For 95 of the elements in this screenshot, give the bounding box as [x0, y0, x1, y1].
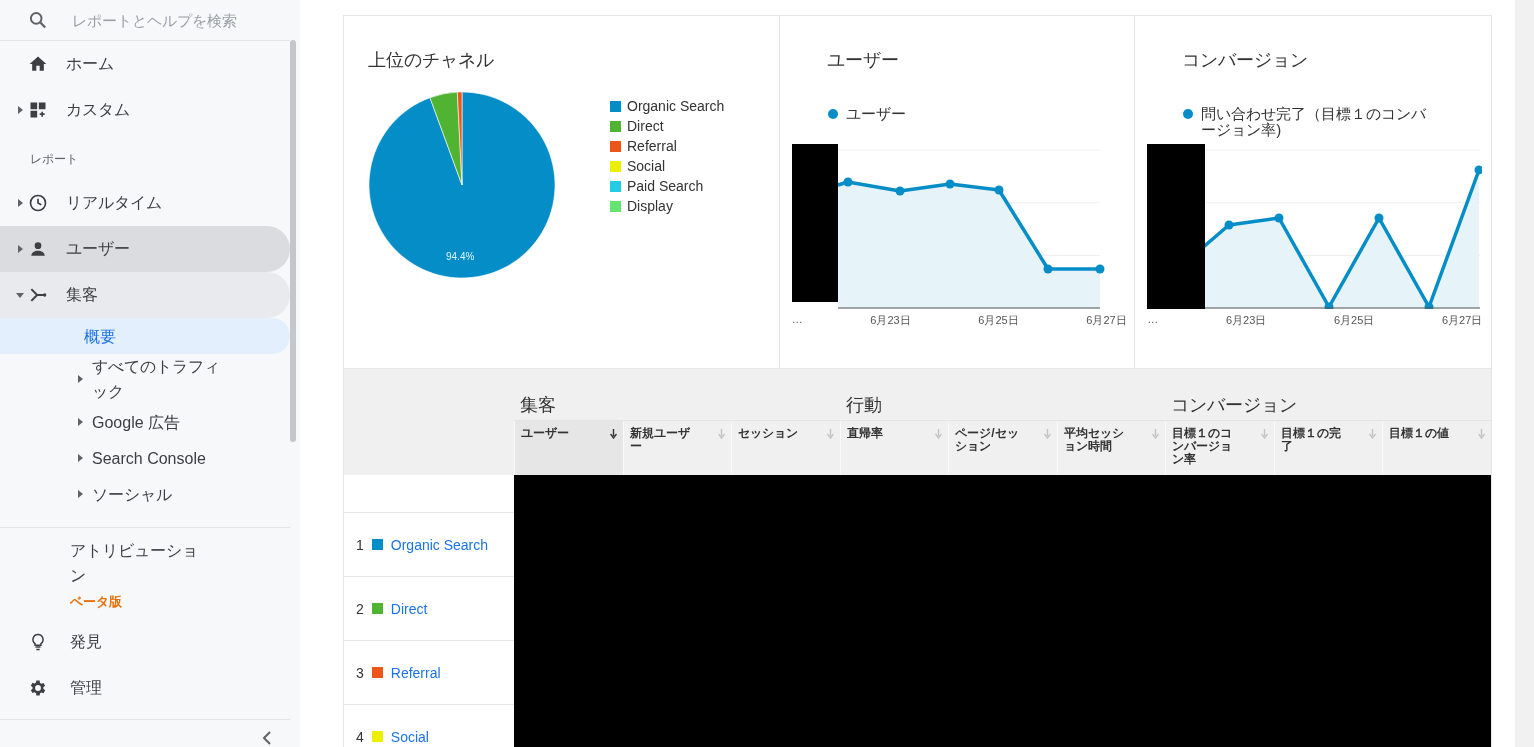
- column-header[interactable]: ページ/セッション: [948, 421, 1057, 475]
- caret-icon[interactable]: [16, 106, 24, 114]
- nav-item[interactable]: ユーザー: [0, 226, 290, 272]
- caret-icon[interactable]: [16, 291, 24, 299]
- data-point: [1424, 302, 1434, 309]
- row-rank: 3: [356, 664, 364, 681]
- legend-label: Referral: [627, 138, 677, 154]
- section-label: レポート: [29, 151, 79, 168]
- sort-arrow-icon: [1369, 429, 1377, 439]
- scrollbar[interactable]: [290, 40, 296, 442]
- legend-label: ユーザー: [845, 106, 906, 122]
- column-header[interactable]: 平均セッション時間: [1056, 421, 1166, 475]
- data-point: [1043, 264, 1053, 274]
- person-icon: [28, 239, 48, 259]
- caret-icon[interactable]: [16, 245, 24, 253]
- axis-label: 6月25日: [978, 313, 1019, 328]
- nav-subitem[interactable]: ソーシャル: [0, 476, 290, 512]
- sort-arrow-icon: [1260, 429, 1268, 439]
- nav-subitem[interactable]: すべてのトラフィック: [0, 354, 290, 404]
- channel-link[interactable]: Organic Search: [390, 536, 489, 553]
- search-field[interactable]: レポートとヘルプを検索: [69, 10, 290, 30]
- data-point: [895, 186, 905, 196]
- axis-label: …: [1147, 313, 1159, 327]
- clock-icon: [28, 193, 48, 213]
- column-header[interactable]: 直帰率: [839, 421, 949, 475]
- legend-label: Direct: [627, 118, 664, 134]
- dashboard-icon: [28, 100, 48, 120]
- legend-label: Paid Search: [627, 178, 704, 194]
- sort-arrow-icon: [826, 429, 834, 439]
- channel-link[interactable]: Social: [390, 728, 429, 745]
- column-header[interactable]: 目標１のコンバージョン率: [1165, 421, 1274, 475]
- axis-label: …: [791, 313, 803, 327]
- caret-icon[interactable]: [76, 418, 84, 426]
- nav-item[interactable]: リアルタイム: [0, 180, 290, 226]
- data-point: [1324, 302, 1334, 309]
- home-icon: [28, 54, 48, 74]
- sort-arrow-icon: [935, 429, 943, 439]
- column-header[interactable]: 新規ユーザー: [622, 421, 732, 475]
- data-point: [843, 177, 853, 187]
- search-icon: [28, 10, 48, 30]
- data-point: [1095, 264, 1105, 274]
- legend-label: Display: [627, 198, 673, 214]
- column-group-header: コンバージョン: [1171, 395, 1298, 415]
- caret-icon[interactable]: [76, 490, 84, 498]
- column-group-header: 行動: [845, 395, 882, 415]
- data-point: [1224, 220, 1234, 230]
- nav-item[interactable]: 管理: [70, 677, 102, 699]
- data-point: [994, 185, 1004, 195]
- sort-arrow-icon: [1152, 429, 1160, 439]
- nav-item[interactable]: 集客: [0, 272, 290, 318]
- column-header[interactable]: 目標１の値: [1382, 421, 1492, 475]
- nav-item[interactable]: ホーム: [0, 41, 290, 87]
- channel-link[interactable]: Direct: [390, 600, 428, 617]
- card-title: 上位のチャネル: [368, 49, 494, 72]
- axis-label: 6月27日: [1442, 313, 1483, 328]
- legend-dot: [827, 109, 838, 119]
- column-header[interactable]: 目標１の完了: [1273, 421, 1383, 475]
- data-point: [1474, 165, 1483, 175]
- legend-label: Social: [627, 158, 666, 174]
- axis-label: 6月23日: [870, 313, 911, 328]
- card-title: コンバージョン: [1182, 49, 1309, 72]
- legend-dot: [1183, 109, 1194, 119]
- data-point: [1374, 213, 1384, 223]
- row-rank: 1: [356, 536, 364, 553]
- sort-arrow-icon: [609, 429, 617, 439]
- slice-label: 94.4%: [446, 251, 475, 262]
- nav-item[interactable]: アトリビューション: [70, 538, 210, 588]
- caret-icon[interactable]: [76, 454, 84, 462]
- nav-subitem[interactable]: Search Console: [0, 440, 290, 476]
- sort-arrow-icon: [1478, 429, 1486, 439]
- column-header[interactable]: ユーザー: [514, 421, 623, 475]
- axis-label: 6月27日: [1086, 313, 1127, 328]
- collapse-icon[interactable]: [262, 730, 272, 746]
- nav-item[interactable]: 発見: [70, 631, 102, 653]
- nav-item[interactable]: カスタム: [0, 87, 290, 133]
- axis-label: 6月23日: [1226, 313, 1267, 328]
- settings-icon: [28, 678, 48, 698]
- row-rank: 2: [356, 600, 364, 617]
- legend-label: Organic Search: [627, 98, 725, 114]
- data-point: [1274, 213, 1284, 223]
- column-header[interactable]: セッション: [731, 421, 840, 475]
- sort-arrow-icon: [718, 429, 726, 439]
- caret-icon[interactable]: [76, 375, 84, 383]
- beta-label: ベータ版: [70, 594, 122, 609]
- caret-icon[interactable]: [16, 199, 24, 207]
- channel-link[interactable]: Referral: [390, 664, 441, 681]
- sort-arrow-icon: [1043, 429, 1051, 439]
- card-title: ユーザー: [826, 49, 899, 72]
- nav-subitem[interactable]: Google 広告: [0, 404, 290, 440]
- column-group-header: 集客: [520, 395, 556, 415]
- nav-subitem[interactable]: 概要: [0, 318, 290, 354]
- data-point: [945, 179, 955, 189]
- row-rank: 4: [356, 728, 364, 745]
- legend-label: 問い合わせ完了（目標１のコンバージョン率): [1201, 106, 1428, 138]
- axis-label: 6月25日: [1334, 313, 1375, 328]
